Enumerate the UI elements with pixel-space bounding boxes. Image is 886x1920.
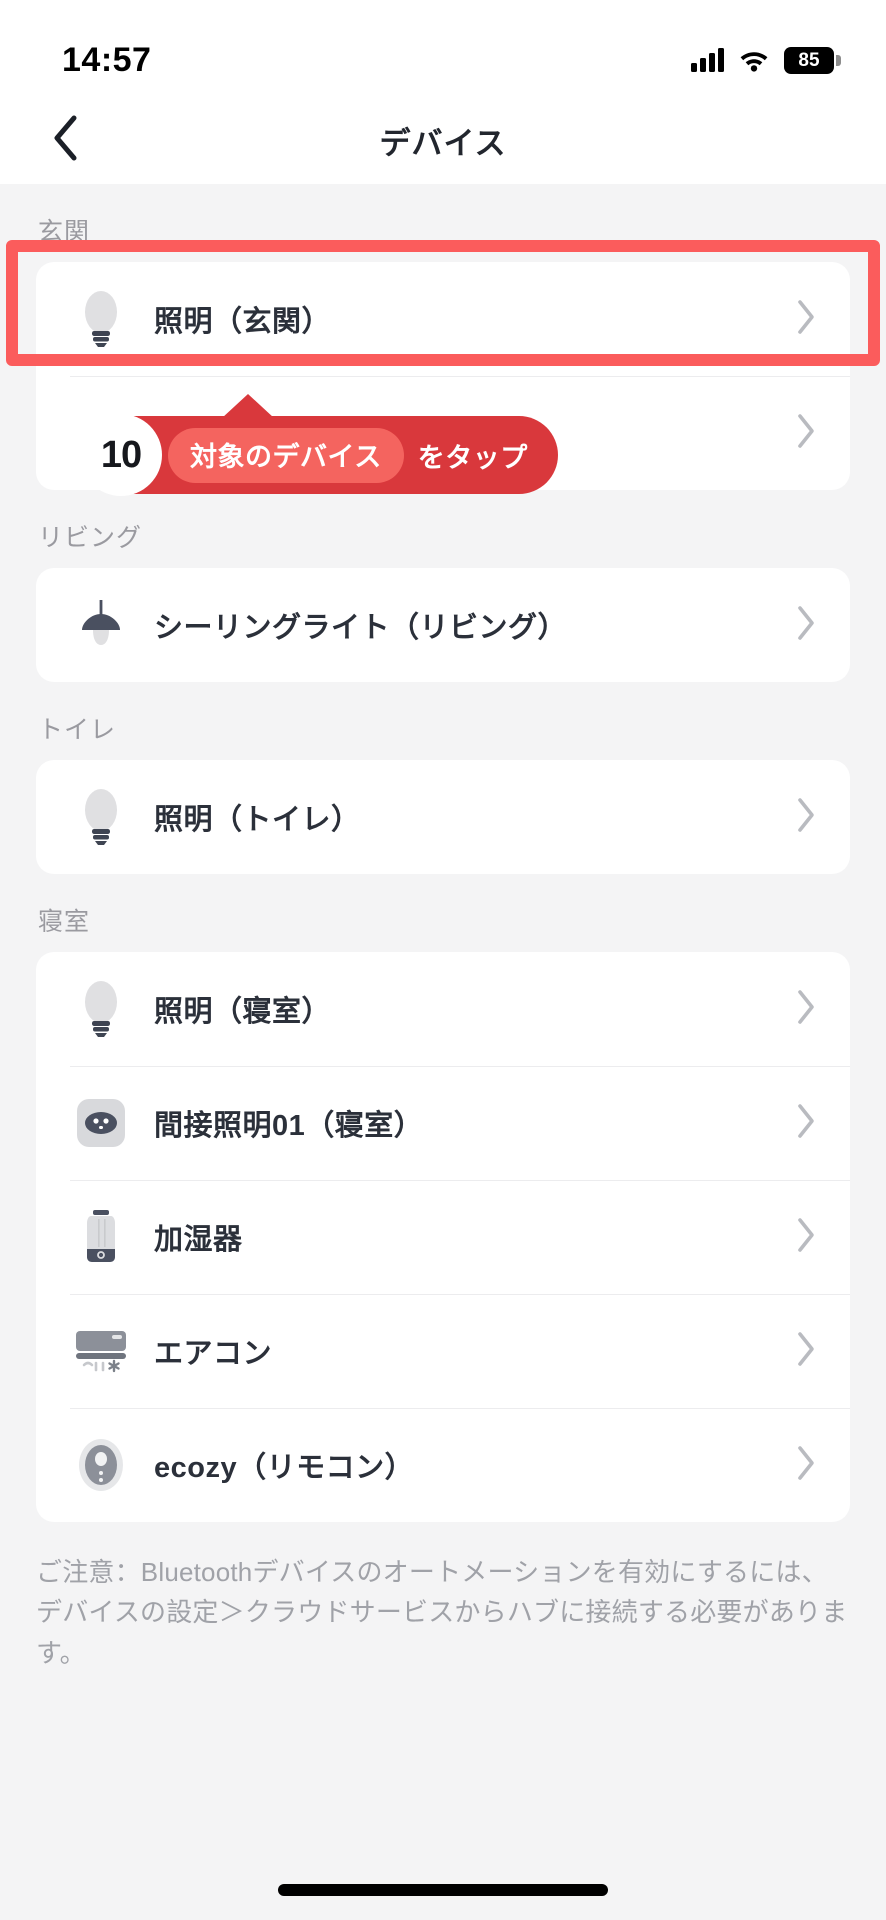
section-title-toilet: トイレ xyxy=(38,716,117,744)
section-title-bedroom: 寝室 xyxy=(38,908,91,936)
cellular-signal-icon xyxy=(691,48,724,72)
device-name: ecozy（リモコン） xyxy=(154,1452,415,1484)
device-name: 照明（寝室） xyxy=(154,996,332,1028)
tutorial-callout: 10 対象のデバイス をタップ xyxy=(80,394,558,496)
status-time: 14:57 xyxy=(62,41,152,79)
chevron-right-icon xyxy=(796,413,816,454)
device-row-shoumei-genkan[interactable]: 照明（玄関） xyxy=(36,262,850,376)
chevron-right-icon xyxy=(796,605,816,646)
section-title-genkan: 玄関 xyxy=(38,218,91,246)
wifi-icon xyxy=(738,48,770,72)
device-card-bedroom: 照明（寝室） 間接照明01（寝室） 加湿器 エアコン ecozy（リモコン） xyxy=(36,952,850,1522)
air-conditioner-icon xyxy=(70,1320,132,1382)
device-row-ceiling-light[interactable]: シーリングライト（リビング） xyxy=(36,568,850,682)
device-name: 照明（トイレ） xyxy=(154,804,361,836)
lightbulb-icon xyxy=(70,978,132,1040)
device-row-air-conditioner[interactable]: エアコン xyxy=(36,1294,850,1408)
device-name: 間接照明01（寝室） xyxy=(154,1110,424,1142)
device-row-indirect-light[interactable]: 間接照明01（寝室） xyxy=(36,1066,850,1180)
chevron-right-icon xyxy=(796,1445,816,1486)
device-name: 照明（玄関） xyxy=(154,306,332,338)
device-name: 加湿器 xyxy=(154,1224,243,1256)
device-name: シーリングライト（リビング） xyxy=(154,612,568,644)
chevron-right-icon xyxy=(796,299,816,340)
status-bar: 14:57 85 xyxy=(0,0,886,96)
back-button[interactable] xyxy=(30,96,100,184)
chevron-right-icon xyxy=(796,989,816,1030)
lightbulb-icon xyxy=(70,288,132,350)
device-name: エアコン xyxy=(154,1338,273,1370)
section-title-living: リビング xyxy=(38,524,143,552)
chevron-right-icon xyxy=(796,1331,816,1372)
humidifier-icon xyxy=(70,1206,132,1268)
phone-screen: 14:57 85 デバイス 玄関 照明（玄関） 10 対象のデバイス をタップ … xyxy=(0,0,886,1920)
battery-level: 85 xyxy=(798,49,820,71)
smart-plug-icon xyxy=(70,1092,132,1154)
ceiling-light-icon xyxy=(70,594,132,656)
remote-sensor-icon xyxy=(70,1434,132,1496)
home-indicator xyxy=(278,1884,608,1896)
chevron-right-icon xyxy=(796,1103,816,1144)
callout-target-label: 対象のデバイス xyxy=(168,427,404,483)
callout-action-label: をタップ xyxy=(417,442,528,473)
device-row-shoumei-bedroom[interactable]: 照明（寝室） xyxy=(36,952,850,1066)
chevron-right-icon xyxy=(796,797,816,838)
page-title: デバイス xyxy=(379,125,507,161)
device-card-toilet: 照明（トイレ） xyxy=(36,760,850,874)
navigation-bar: デバイス xyxy=(0,96,886,184)
lightbulb-icon xyxy=(70,786,132,848)
footer-note: ご注意：Bluetoothデバイスのオートメーションを有効にするには、デバイスの… xyxy=(36,1557,848,1668)
device-list-scroll[interactable]: 玄関 照明（玄関） 10 対象のデバイス をタップ リビング シーリングライト（… xyxy=(0,184,886,1920)
device-row-shoumei-toilet[interactable]: 照明（トイレ） xyxy=(36,760,850,874)
device-card-living: シーリングライト（リビング） xyxy=(36,568,850,682)
callout-step-number: 10 xyxy=(80,414,162,496)
device-row-ecozy-remote[interactable]: ecozy（リモコン） xyxy=(36,1408,850,1522)
battery-icon: 85 xyxy=(784,46,841,74)
chevron-left-icon xyxy=(52,115,78,166)
chevron-right-icon xyxy=(796,1217,816,1258)
status-icons: 85 xyxy=(691,46,841,74)
device-row-humidifier[interactable]: 加湿器 xyxy=(36,1180,850,1294)
